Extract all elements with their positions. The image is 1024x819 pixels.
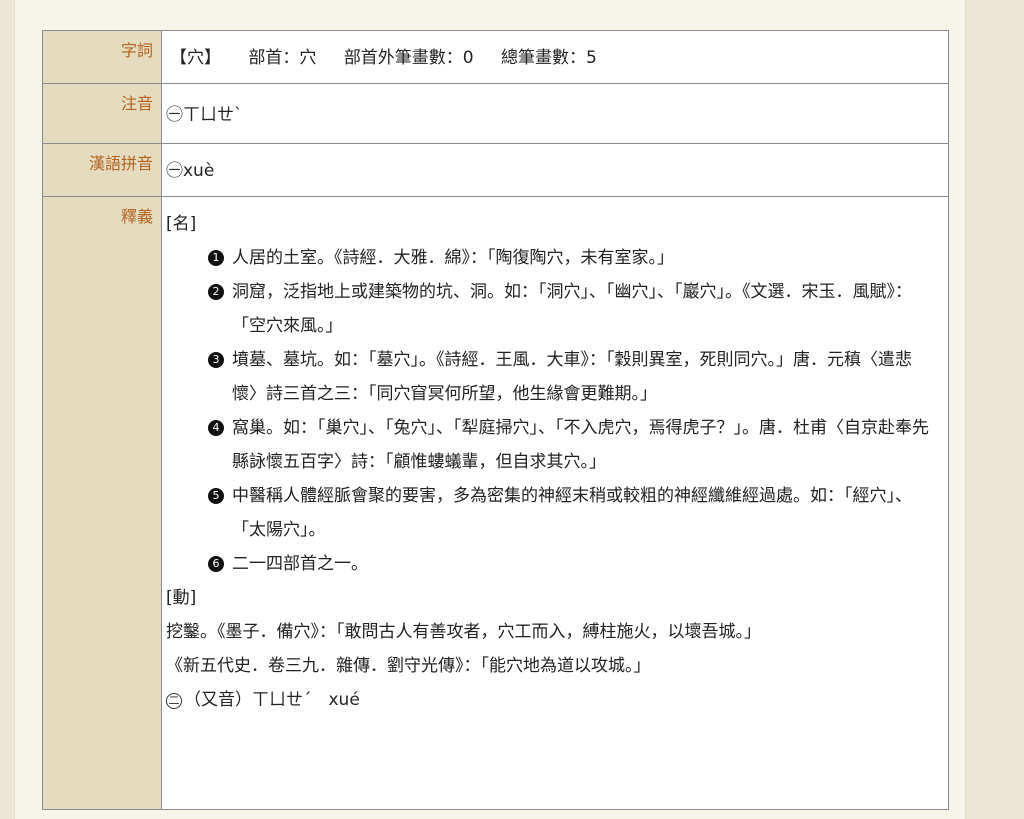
- sense-number-icon: 6: [208, 556, 224, 572]
- alt-reading: 二（又音）ㄒㄩㄝˊ xué: [166, 683, 934, 717]
- verb-definition-line: 挖鑿。《墨子．備穴》：「敢問古人有善攻者，穴工而入，縛柱施火，以壞吾城。」: [166, 622, 761, 642]
- sense-text: 中醫稱人體經脈會聚的要害，多為密集的神經末稍或較粗的神經纖維經過處。如：「經穴」…: [232, 486, 912, 540]
- sense-number-icon: 5: [208, 488, 224, 504]
- label-definition: 釋義: [42, 196, 162, 810]
- sense-number-icon: 2: [208, 284, 224, 300]
- label-zhuyin: 注音: [42, 83, 162, 144]
- sense-item: 2 洞窟，泛指地上或建築物的坑、洞。如：「洞穴」、「幽穴」、「巖穴」。《文選．宋…: [208, 275, 934, 343]
- sense-text: 二一四部首之一。: [232, 554, 368, 574]
- sense-item: 3 墳墓、墓坑。如：「墓穴」。《詩經．王風．大車》：「穀則異室，死則同穴。」唐．…: [208, 343, 934, 411]
- row-definition: 釋義 [名] 1 人居的土室。《詩經．大雅．綿》：「陶復陶穴，未有室家。」 2 …: [42, 196, 949, 810]
- sense-number-icon: 3: [208, 352, 224, 368]
- sense-item: 1 人居的土室。《詩經．大雅．綿》：「陶復陶穴，未有室家。」: [208, 241, 934, 275]
- sense-number-icon: 1: [208, 250, 224, 266]
- term-cell: 【穴】 部首：穴 部首外筆畫數：0 總筆畫數：5: [161, 30, 949, 84]
- zhuyin-cell: ㊀ㄒㄩㄝˋ: [161, 83, 949, 144]
- definition-cell: [名] 1 人居的土室。《詩經．大雅．綿》：「陶復陶穴，未有室家。」 2 洞窟，…: [161, 196, 949, 810]
- zhuyin-value: ㊀ㄒㄩㄝˋ: [166, 105, 243, 125]
- noun-sense-list: 1 人居的土室。《詩經．大雅．綿》：「陶復陶穴，未有室家。」 2 洞窟，泛指地上…: [166, 241, 934, 581]
- row-term: 字詞 【穴】 部首：穴 部首外筆畫數：0 總筆畫數：5: [42, 30, 949, 84]
- term-strokes-outside: 部首外筆畫數：0: [343, 48, 474, 68]
- row-pinyin: 漢語拼音 ㊀xuè: [42, 143, 949, 197]
- label-term: 字詞: [42, 30, 162, 84]
- verb-tag: [動]: [166, 588, 197, 608]
- pinyin-value: ㊀xuè: [166, 161, 215, 181]
- noun-tag: [名]: [166, 214, 197, 234]
- sense-text: 人居的土室。《詩經．大雅．綿》：「陶復陶穴，未有室家。」: [232, 248, 674, 268]
- sense-text: 窩巢。如：「巢穴」、「兔穴」、「犁庭掃穴」、「不入虎穴，焉得虎子？」。唐．杜甫〈…: [232, 418, 929, 472]
- pinyin-cell: ㊀xuè: [161, 143, 949, 197]
- term-radical: 部首：穴: [248, 48, 317, 68]
- label-pinyin: 漢語拼音: [42, 143, 162, 197]
- term-total-strokes: 總筆畫數：5: [501, 48, 597, 68]
- sense-item: 5 中醫稱人體經脈會聚的要害，多為密集的神經末稍或較粗的神經纖維經過處。如：「經…: [208, 479, 934, 547]
- verb-definition-line: 《新五代史．卷三九．雜傳．劉守光傳》：「能穴地為道以攻城。」: [166, 656, 651, 676]
- alt-reading-text: （又音）ㄒㄩㄝˊ xué: [184, 690, 360, 710]
- alt-reading-number-icon: 二: [166, 693, 182, 709]
- sense-item: 4 窩巢。如：「巢穴」、「兔穴」、「犁庭掃穴」、「不入虎穴，焉得虎子？」。唐．杜…: [208, 411, 934, 479]
- sense-item: 6 二一四部首之一。: [208, 547, 934, 581]
- dictionary-table: 字詞 【穴】 部首：穴 部首外筆畫數：0 總筆畫數：5 注音 ㊀ㄒㄩㄝˋ 漢語拼…: [42, 30, 949, 810]
- sense-text: 洞窟，泛指地上或建築物的坑、洞。如：「洞穴」、「幽穴」、「巖穴」。《文選．宋玉．…: [232, 282, 912, 336]
- term-char: 【穴】: [170, 48, 221, 68]
- sense-number-icon: 4: [208, 420, 224, 436]
- row-zhuyin: 注音 ㊀ㄒㄩㄝˋ: [42, 83, 949, 144]
- sense-text: 墳墓、墓坑。如：「墓穴」。《詩經．王風．大車》：「穀則異室，死則同穴。」唐．元稹…: [232, 350, 912, 404]
